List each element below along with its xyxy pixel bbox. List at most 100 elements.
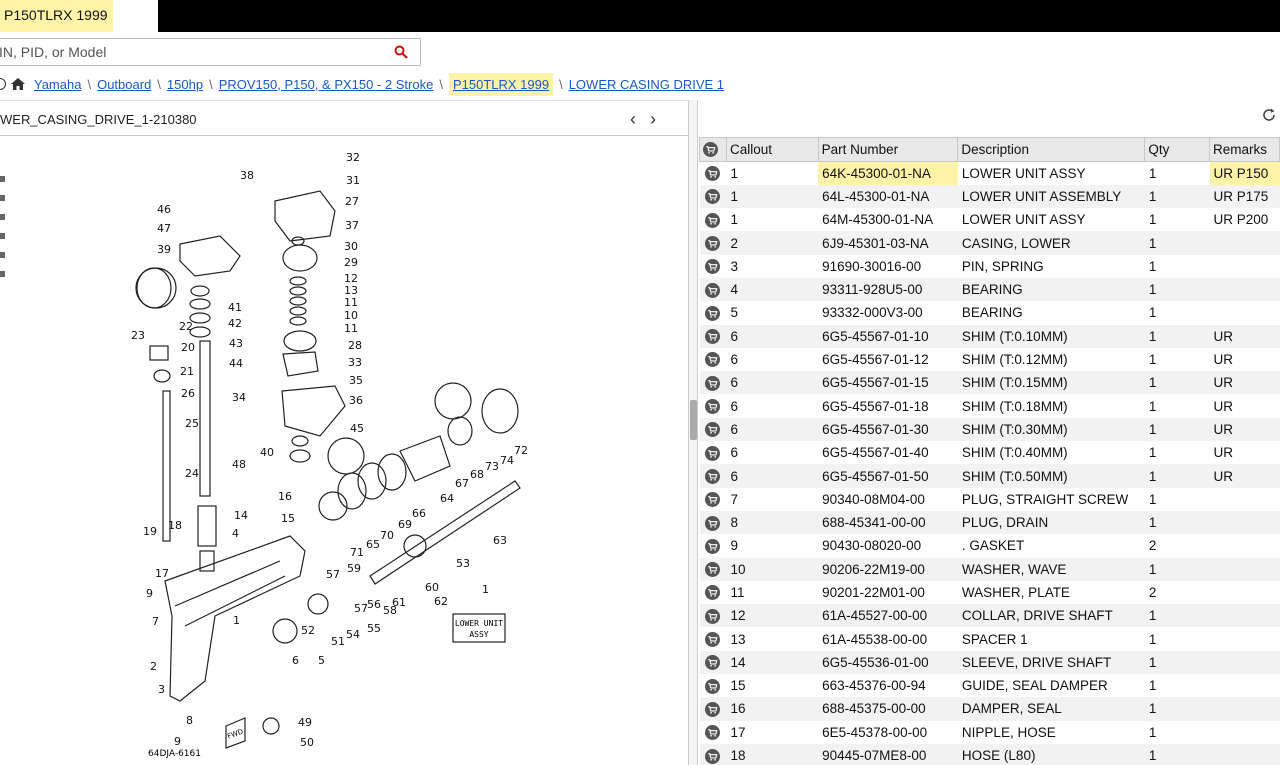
diagram-callout[interactable]: 5 (318, 654, 325, 667)
diagram-callout[interactable]: 36 (349, 394, 363, 407)
cell-part-number[interactable]: 6J9-45301-03-NA (818, 231, 958, 255)
history-icon[interactable] (0, 78, 6, 90)
add-to-cart-icon[interactable] (705, 538, 721, 554)
table-row[interactable]: 6 6G5-45567-01-50 SHIM (T:0.50MM) 1 UR (699, 464, 1280, 488)
header-qty[interactable]: Qty (1144, 137, 1211, 162)
refresh-icon[interactable] (1262, 108, 1276, 122)
chevron-left-icon[interactable]: ‹ (630, 109, 650, 129)
diagram-callout[interactable]: 32 (346, 151, 360, 164)
panel-splitter[interactable] (688, 100, 698, 765)
header-remarks[interactable]: Remarks (1209, 137, 1280, 162)
diagram-callout[interactable]: 9 (146, 587, 153, 600)
diagram-callout[interactable]: 8 (186, 714, 193, 727)
diagram-callout[interactable]: 30 (344, 240, 358, 253)
diagram-callout[interactable]: 27 (345, 195, 359, 208)
diagram-callout[interactable]: 3 (158, 683, 165, 696)
diagram-callout[interactable]: 57 (326, 568, 340, 581)
table-row[interactable]: 1 64L-45300-01-NA LOWER UNIT ASSEMBLY 1 UR P… (699, 184, 1280, 209)
diagram-callout[interactable]: 33 (348, 356, 362, 369)
cell-part-number[interactable]: 6G5-45567-01-18 (818, 394, 958, 417)
add-to-cart-icon[interactable] (705, 236, 721, 251)
diagram-callout[interactable]: 38 (240, 169, 254, 182)
header-callout[interactable]: Callout (725, 137, 819, 162)
add-to-cart-icon[interactable] (705, 166, 721, 182)
cell-cart[interactable] (699, 277, 727, 302)
cell-part-number[interactable]: 90206-22M19-00 (818, 557, 958, 581)
diagram-callout[interactable]: 31 (346, 174, 360, 187)
diagram-callout[interactable]: 59 (347, 562, 361, 575)
header-cart[interactable] (699, 137, 727, 162)
diagram-callout[interactable]: 1 (482, 583, 489, 596)
table-row[interactable]: 12 61A-45527-00-00 COLLAR, DRIVE SHAFT 1 (699, 604, 1280, 628)
diagram-callout[interactable]: 9 (174, 735, 181, 748)
cell-cart[interactable] (700, 581, 727, 604)
table-row[interactable]: 13 61A-45538-00-00 SPACER 1 1 (700, 627, 1280, 650)
splitter-grip[interactable] (690, 400, 697, 440)
table-row[interactable]: 9 90430-08020-00. GASKET 2 (700, 534, 1280, 557)
cell-cart[interactable] (700, 208, 727, 231)
table-row[interactable]: 1 64M-45300-01-NA LOWER UNIT ASSY 1 UR P200 (700, 208, 1280, 231)
diagram-callout[interactable]: 53 (456, 557, 470, 570)
diagram-callout[interactable]: 66 (412, 507, 426, 520)
add-to-cart-icon[interactable] (705, 492, 721, 508)
diagram-callout[interactable]: 52 (301, 624, 315, 637)
diagram-callout[interactable]: 18 (168, 519, 182, 532)
breadcrumb-outboard[interactable]: Outboard (97, 77, 151, 92)
diagram-callout[interactable]: 63 (493, 534, 507, 547)
breadcrumb-yamaha[interactable]: Yamaha (34, 77, 81, 92)
cell-part-number[interactable]: 6E5-45378-00-00 (818, 721, 958, 744)
cell-part-number[interactable]: 61A-45527-00-00 (818, 604, 958, 628)
add-to-cart-icon[interactable] (705, 725, 721, 741)
add-to-cart-icon[interactable] (705, 655, 721, 671)
add-to-cart-icon[interactable] (705, 585, 721, 601)
add-to-cart-icon[interactable] (705, 282, 721, 298)
table-row[interactable]: 3 91690-30016-00 PIN, SPRING 1 (700, 255, 1280, 278)
cell-cart[interactable] (700, 674, 727, 697)
cell-cart[interactable] (700, 721, 727, 744)
diagram-callout[interactable]: 47 (157, 222, 171, 235)
diagram-callout[interactable]: 23 (131, 329, 145, 342)
add-to-cart-icon[interactable] (705, 515, 721, 531)
cell-cart[interactable] (699, 371, 727, 395)
cell-cart[interactable] (699, 231, 727, 255)
diagram-callout[interactable]: 68 (470, 468, 484, 481)
cell-cart[interactable] (699, 743, 727, 765)
table-row[interactable]: 5 93332-000V3-00 BEARING 1 (700, 301, 1280, 324)
add-to-cart-icon[interactable] (705, 445, 721, 461)
add-to-cart-icon[interactable] (705, 399, 721, 415)
cell-cart[interactable] (700, 627, 727, 650)
diagram-callout[interactable]: 22 (179, 320, 193, 333)
diagram-callout[interactable]: 71 (350, 546, 364, 559)
cell-part-number[interactable]: 90340-08M04-00 (818, 488, 958, 511)
cell-cart[interactable] (699, 650, 727, 675)
cell-cart[interactable] (700, 394, 727, 417)
diagram-callout[interactable]: 35 (349, 374, 363, 387)
table-row[interactable]: 6 6G5-45567-01-12 SHIM (T:0.12MM) 1 UR (700, 348, 1280, 371)
add-to-cart-icon[interactable] (705, 562, 721, 578)
diagram-callout[interactable]: 4 (232, 527, 239, 540)
table-row[interactable]: 18 90445-07ME8-00 HOSE (L80) 1 (699, 743, 1280, 765)
add-to-cart-icon[interactable] (705, 748, 721, 764)
diagram-callout[interactable]: 11 (344, 322, 358, 335)
breadcrumb-150hp[interactable]: 150hp (167, 77, 203, 92)
cell-part-number[interactable]: 64M-45300-01-NA (818, 208, 958, 231)
table-row[interactable]: 6 6G5-45567-01-18 SHIM (T:0.18MM) 1 UR (700, 394, 1280, 417)
cell-part-number[interactable]: 6G5-45567-01-15 (818, 371, 958, 395)
cell-cart[interactable] (700, 488, 727, 511)
diagram-callout[interactable]: 14 (234, 509, 248, 522)
cell-part-number[interactable]: 90430-08020-00 (818, 534, 958, 557)
table-row[interactable]: 6 6G5-45567-01-40 SHIM (T:0.40MM) 1 UR (700, 441, 1280, 464)
cell-cart[interactable] (700, 301, 727, 324)
diagram-callout[interactable]: 70 (380, 529, 394, 542)
cell-part-number[interactable]: 6G5-45567-01-50 (818, 464, 958, 488)
diagram-callout[interactable]: 61 (392, 596, 406, 609)
cell-cart[interactable] (699, 557, 727, 581)
diagram-callout[interactable]: 39 (157, 243, 171, 256)
table-row[interactable]: 14 6G5-45536-01-00 SLEEVE, DRIVE SHAFT 1 (699, 650, 1280, 675)
add-to-cart-icon[interactable] (705, 375, 721, 391)
cell-cart[interactable] (699, 184, 727, 209)
diagram-callout[interactable]: 10 (344, 309, 358, 322)
diagram-callout[interactable]: 19 (143, 525, 157, 538)
add-to-cart-icon[interactable] (705, 678, 721, 694)
table-row[interactable]: 17 6E5-45378-00-00 NIPPLE, HOSE 1 (700, 721, 1280, 744)
